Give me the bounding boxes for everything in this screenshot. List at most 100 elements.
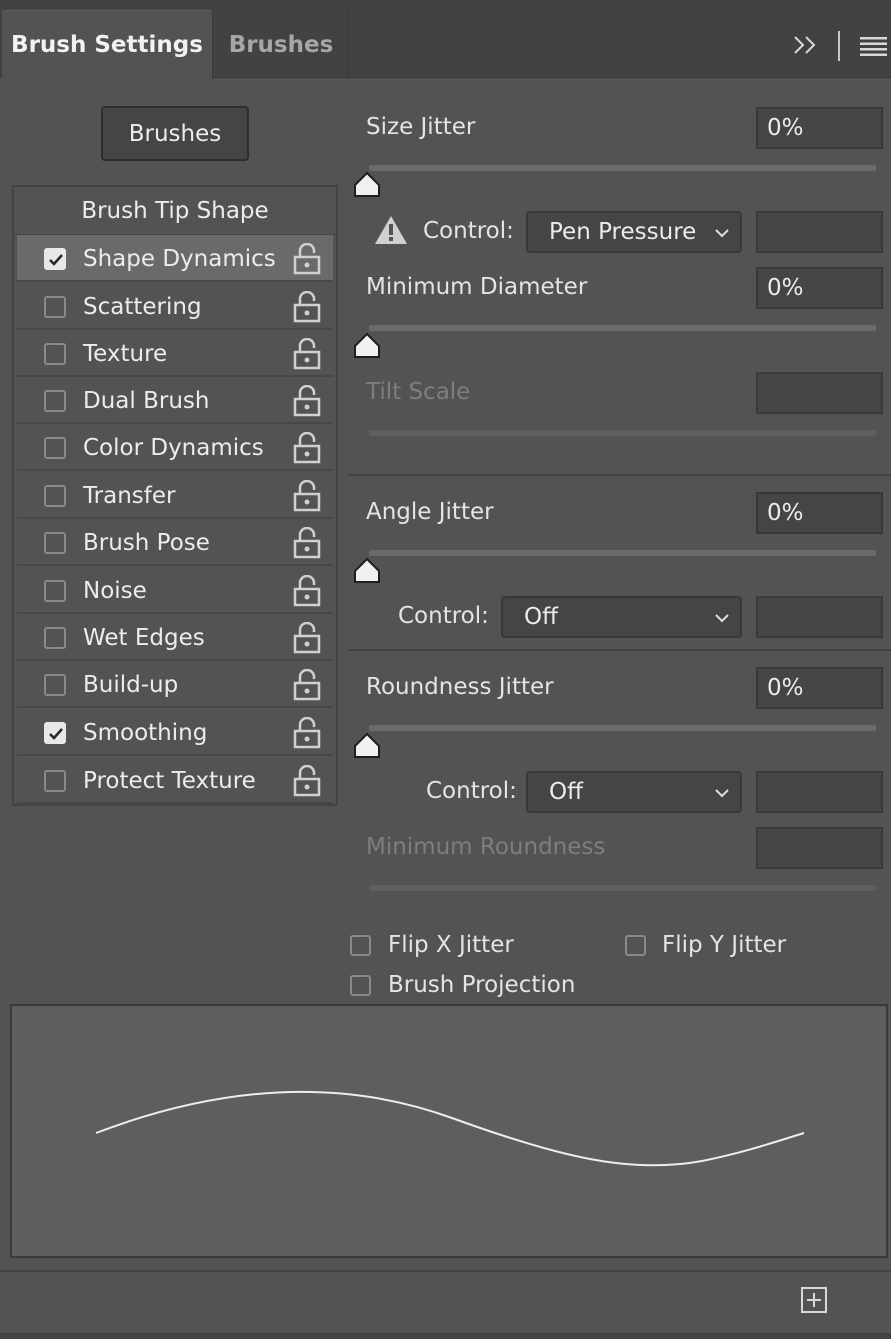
brush-setting-checkbox[interactable] (44, 580, 66, 602)
brushes-button[interactable]: Brushes (101, 106, 249, 161)
angle-jitter-slider[interactable] (369, 550, 876, 556)
new-preset-plus-icon[interactable] (800, 1286, 828, 1314)
brush-setting-row[interactable]: Scattering (17, 283, 333, 330)
min-diameter-slider[interactable] (369, 325, 876, 331)
brush-setting-label: Noise (83, 577, 147, 604)
size-jitter-label: Size Jitter (366, 114, 476, 140)
angle-control-value: Off (524, 604, 558, 630)
size-jitter-field[interactable]: 0% (756, 107, 883, 149)
brush-setting-checkbox[interactable] (44, 437, 66, 459)
brush-setting-row[interactable]: Texture (17, 330, 333, 377)
brush-setting-label: Smoothing (83, 719, 208, 746)
brush-setting-row[interactable]: Transfer (17, 472, 333, 519)
brush-setting-row[interactable]: Noise (17, 567, 333, 614)
double-chevron-right-icon[interactable] (791, 31, 819, 59)
roundness-control-value: Off (549, 779, 583, 805)
roundness-jitter-slider-thumb[interactable] (352, 731, 382, 759)
brush-setting-checkbox[interactable] (44, 248, 66, 270)
tab-brush-settings[interactable]: Brush Settings (2, 10, 213, 79)
unlocked-padlock-icon[interactable] (293, 290, 321, 323)
section-divider (348, 649, 891, 651)
unlocked-padlock-icon[interactable] (293, 242, 321, 275)
min-roundness-slider (369, 885, 876, 891)
min-roundness-label: Minimum Roundness (366, 834, 606, 860)
unlocked-padlock-icon[interactable] (293, 574, 321, 607)
brush-setting-row[interactable]: Build-up (17, 661, 333, 708)
roundness-jitter-field[interactable]: 0% (756, 667, 883, 709)
chevron-down-icon (715, 229, 729, 238)
min-diameter-label: Minimum Diameter (366, 274, 588, 300)
size-control-dropdown[interactable]: Pen Pressure (526, 211, 742, 253)
unlocked-padlock-icon[interactable] (293, 384, 321, 417)
checkmark-icon (49, 728, 63, 740)
flip-y-jitter-checkbox[interactable] (625, 935, 646, 956)
panel-footer (0, 1270, 891, 1339)
brush-setting-label: Texture (83, 340, 168, 367)
brush-stroke-preview (10, 1004, 888, 1258)
brush-setting-checkbox[interactable] (44, 390, 66, 412)
size-jitter-slider[interactable] (369, 165, 876, 171)
brush-setting-row[interactable]: Protect Texture (17, 757, 333, 804)
preview-stroke (95, 1091, 805, 1167)
unlocked-padlock-icon[interactable] (293, 621, 321, 654)
roundness-control-label: Control: (426, 778, 517, 804)
brush-setting-checkbox[interactable] (44, 296, 66, 318)
tilt-scale-field (756, 372, 883, 414)
tilt-scale-slider (369, 430, 876, 436)
unlocked-padlock-icon[interactable] (293, 431, 321, 464)
min-roundness-field (756, 827, 883, 869)
brush-setting-checkbox[interactable] (44, 674, 66, 696)
size-control-value: Pen Pressure (549, 219, 697, 245)
brush-setting-row[interactable]: Wet Edges (17, 614, 333, 661)
brush-setting-row[interactable]: Color Dynamics (17, 424, 333, 471)
brush-setting-row[interactable]: Shape Dynamics (17, 235, 333, 282)
brush-setting-label: Protect Texture (83, 767, 256, 794)
min-diameter-slider-thumb[interactable] (352, 331, 382, 359)
brush-tip-shape-item[interactable]: Brush Tip Shape (14, 187, 336, 235)
roundness-control-dropdown[interactable]: Off (526, 771, 742, 813)
angle-jitter-slider-thumb[interactable] (352, 556, 382, 584)
chevron-down-icon (715, 789, 729, 798)
angle-control-dropdown[interactable]: Off (501, 596, 742, 638)
tilt-scale-label: Tilt Scale (366, 379, 471, 405)
panel-top-edge (0, 0, 891, 10)
brush-setting-label: Transfer (83, 482, 176, 509)
brush-setting-label: Shape Dynamics (83, 245, 276, 272)
flip-x-jitter-checkbox[interactable] (350, 935, 371, 956)
angle-control-label: Control: (398, 603, 489, 629)
brush-setting-label: Wet Edges (83, 624, 205, 651)
flip-y-jitter-label: Flip Y Jitter (662, 932, 787, 958)
unlocked-padlock-icon[interactable] (293, 337, 321, 370)
brush-setting-checkbox[interactable] (44, 485, 66, 507)
roundness-control-field (756, 771, 883, 813)
min-diameter-field[interactable]: 0% (756, 267, 883, 309)
brush-setting-label: Dual Brush (83, 387, 210, 414)
tab-bar-divider (838, 31, 840, 61)
unlocked-padlock-icon[interactable] (293, 668, 321, 701)
brush-setting-row[interactable]: Smoothing (17, 709, 333, 756)
brush-setting-row[interactable]: Dual Brush (17, 377, 333, 424)
size-control-field (756, 211, 883, 253)
unlocked-padlock-icon[interactable] (293, 716, 321, 749)
hamburger-menu-icon[interactable] (860, 36, 887, 56)
tab-brushes[interactable]: Brushes (214, 10, 349, 79)
brush-setting-checkbox[interactable] (44, 343, 66, 365)
brush-settings-list: Brush Tip Shape Shape Dynamics Scattering… (12, 185, 338, 806)
brush-setting-checkbox[interactable] (44, 532, 66, 554)
unlocked-padlock-icon[interactable] (293, 526, 321, 559)
brush-setting-checkbox[interactable] (44, 722, 66, 744)
brush-setting-checkbox[interactable] (44, 627, 66, 649)
angle-jitter-field[interactable]: 0% (756, 492, 883, 534)
brush-setting-label: Brush Pose (83, 529, 210, 556)
size-jitter-slider-thumb[interactable] (352, 170, 382, 198)
flip-x-jitter-label: Flip X Jitter (388, 932, 514, 958)
brush-setting-label: Color Dynamics (83, 434, 264, 461)
section-divider (348, 474, 891, 476)
unlocked-padlock-icon[interactable] (293, 479, 321, 512)
brush-projection-checkbox[interactable] (350, 975, 371, 996)
unlocked-padlock-icon[interactable] (293, 764, 321, 797)
brush-setting-checkbox[interactable] (44, 770, 66, 792)
roundness-jitter-slider[interactable] (369, 725, 876, 731)
tab-bar: Brush Settings Brushes (0, 10, 891, 79)
brush-setting-row[interactable]: Brush Pose (17, 519, 333, 566)
